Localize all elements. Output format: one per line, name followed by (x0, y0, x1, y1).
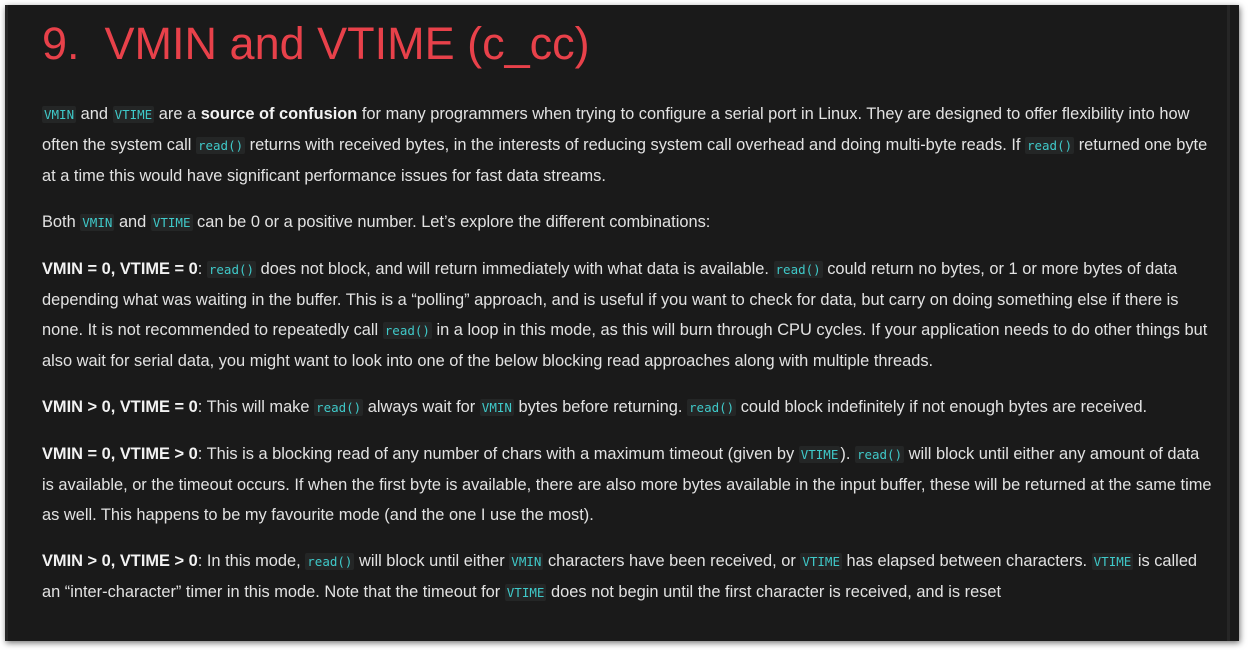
code-read: read() (854, 446, 905, 463)
code-read: read() (195, 137, 246, 154)
text: has elapsed between characters. (841, 552, 1092, 570)
text: : This will make (197, 398, 315, 416)
code-vtime: VTIME (504, 584, 547, 601)
case-paragraph-vmin1-vtime1: VMIN > 0, VTIME > 0: In this mode, read(… (42, 546, 1212, 608)
right-border (1227, 5, 1230, 641)
code-vmin: VMIN (509, 553, 544, 570)
code-vmin: VMIN (42, 106, 77, 123)
text: can be 0 or a positive number. Let’s exp… (192, 213, 711, 231)
text: Both (42, 213, 81, 231)
code-read: read() (1024, 137, 1075, 154)
text: characters have been received, or (543, 552, 801, 570)
code-vtime: VTIME (800, 553, 842, 570)
bold-phrase: source of confusion (200, 105, 358, 123)
case-paragraph-vmin0-vtime0: VMIN = 0, VTIME = 0: read() does not blo… (42, 254, 1212, 376)
text: are a (154, 105, 201, 123)
text: does not begin until the first character… (546, 583, 1002, 601)
code-vtime: VTIME (112, 106, 155, 123)
left-border (5, 5, 8, 641)
combinations-paragraph: Both VMIN and VTIME can be 0 or a positi… (42, 207, 1212, 238)
text: : (197, 260, 207, 278)
text: always wait for (363, 398, 480, 416)
code-vtime: VTIME (150, 214, 193, 231)
text: bytes before returning. (513, 398, 688, 416)
code-read: read() (773, 261, 823, 278)
text: : In this mode, (197, 552, 306, 570)
code-vmin: VMIN (479, 399, 514, 416)
code-vtime: VTIME (798, 446, 841, 463)
code-read: read() (314, 399, 364, 416)
article-content: 9. VMIN and VTIME (c_cc) VMIN and VTIME … (42, 5, 1212, 624)
case-label: VMIN = 0, VTIME > 0 (42, 445, 198, 463)
code-vtime: VTIME (1091, 553, 1134, 570)
code-vmin: VMIN (80, 214, 115, 231)
text: ). (840, 445, 855, 463)
intro-paragraph: VMIN and VTIME are a source of confusion… (42, 99, 1212, 191)
text: returns with received bytes, in the inte… (245, 136, 1025, 154)
code-read: read() (382, 322, 432, 339)
text: : This is a blocking read of any number … (197, 445, 799, 463)
section-title: VMIN and VTIME (c_cc) (104, 18, 590, 69)
case-label: VMIN > 0, VTIME > 0 (42, 552, 198, 570)
article-window: 9. VMIN and VTIME (c_cc) VMIN and VTIME … (5, 5, 1239, 641)
case-paragraph-vmin1-vtime0: VMIN > 0, VTIME = 0: This will make read… (42, 392, 1212, 423)
case-paragraph-vmin0-vtime1: VMIN = 0, VTIME > 0: This is a blocking … (42, 439, 1212, 530)
code-read: read() (687, 399, 737, 416)
text: and (114, 213, 151, 231)
text: could block indefinitely if not enough b… (736, 398, 1148, 416)
text: does not block, and will return immediat… (256, 260, 774, 278)
code-read: read() (206, 261, 257, 278)
text: will block until either (354, 552, 510, 570)
case-label: VMIN = 0, VTIME = 0 (42, 260, 198, 278)
section-heading: 9. VMIN and VTIME (c_cc) (42, 5, 1212, 92)
case-label: VMIN > 0, VTIME = 0 (42, 398, 198, 416)
text: and (76, 105, 113, 123)
section-number: 9. (42, 18, 80, 69)
code-read: read() (305, 553, 355, 570)
